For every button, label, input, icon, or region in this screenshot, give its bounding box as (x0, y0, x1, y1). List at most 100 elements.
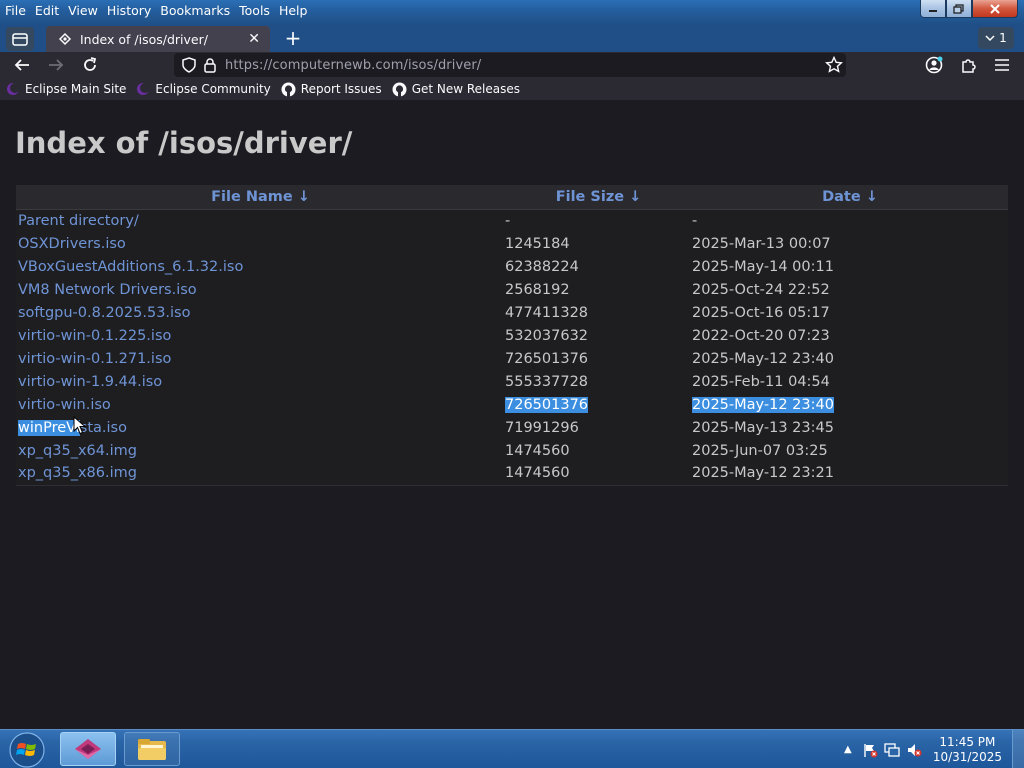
file-date: 2025-Mar-13 00:07 (692, 235, 831, 252)
network-icon[interactable] (881, 740, 903, 760)
volume-muted-icon[interactable] (903, 740, 925, 760)
show-desktop-button[interactable] (1012, 730, 1024, 768)
file-size: 71991296 (505, 419, 579, 436)
tab-title: Index of /isos/driver/ (80, 31, 208, 47)
bookmark-label: Get New Releases (411, 82, 521, 96)
file-date: 2025-May-12 23:21 (692, 462, 1008, 486)
menu-edit[interactable]: Edit (30, 0, 63, 20)
file-size-selected: 726501376 (505, 396, 589, 413)
page-content: Index of /isos/driver/ File Name ↓ File … (0, 100, 1024, 729)
address-bar[interactable]: https://computernewb.com/isos/driver/ (174, 53, 846, 77)
file-size: 555337728 (505, 373, 589, 390)
file-size: 532037632 (505, 327, 589, 344)
close-window-button[interactable] (972, 0, 1018, 18)
back-button[interactable] (9, 54, 35, 76)
action-center-flag-icon[interactable] (859, 740, 881, 760)
table-row: virtio-win.iso 726501376 2025-May-12 23:… (16, 393, 1008, 416)
tab-index-driver[interactable]: Index of /isos/driver/ ✕ (46, 26, 270, 52)
file-date: 2022-Oct-20 07:23 (692, 327, 830, 344)
minimize-button[interactable] (920, 0, 946, 18)
table-row: Parent directory/ - - (16, 209, 1008, 232)
back-arrow-icon (14, 59, 29, 71)
file-size: 62388224 (505, 258, 579, 275)
system-clock[interactable]: 11:45 PM 10/31/2025 (933, 735, 1002, 765)
close-tab-icon[interactable]: ✕ (248, 31, 260, 47)
column-header-file-name[interactable]: File Name ↓ (16, 185, 505, 210)
file-date: 2025-May-12 23:40 (692, 350, 834, 367)
bookmark-star-icon[interactable] (825, 56, 843, 74)
taskbar-browser-app[interactable] (60, 732, 116, 766)
folder-icon (138, 739, 166, 760)
url-host: https://computernewb.com (225, 57, 404, 73)
bookmark-label: Eclipse Main Site (25, 82, 127, 96)
start-button[interactable] (6, 731, 48, 768)
file-date: 2025-Oct-24 22:52 (692, 281, 830, 298)
app-menu-button[interactable] (989, 54, 1015, 76)
reload-button[interactable] (77, 54, 103, 76)
menu-tools[interactable]: Tools (234, 0, 274, 20)
file-listing-table: File Name ↓ File Size ↓ Date ↓ Parent di… (16, 185, 1008, 486)
window-controls (920, 0, 1018, 18)
column-header-file-size[interactable]: File Size ↓ (505, 185, 692, 210)
menu-view[interactable]: View (63, 0, 102, 20)
file-link[interactable]: virtio-win-0.1.225.iso (18, 328, 171, 344)
table-row: softgpu-0.8.2025.53.iso 477411328 2025-O… (16, 301, 1008, 324)
clock-date: 10/31/2025 (932, 749, 1002, 764)
column-header-date[interactable]: Date ↓ (692, 185, 1008, 210)
file-date: 2025-May-13 23:45 (692, 419, 834, 436)
table-row: VBoxGuestAdditions_6.1.32.iso 62388224 2… (16, 255, 1008, 278)
forward-button[interactable] (43, 54, 69, 76)
file-link[interactable]: OSXDrivers.iso (18, 236, 126, 252)
restore-button[interactable] (946, 0, 972, 18)
table-row: xp_q35_x64.img 1474560 2025-Jun-07 03:25 (16, 439, 1008, 462)
menu-help[interactable]: Help (274, 0, 312, 20)
eclipse-logo-icon (137, 83, 151, 95)
file-link[interactable]: softgpu-0.8.2025.53.iso (18, 305, 191, 321)
url-text: https://computernewb.com/isos/driver/ (225, 58, 481, 73)
restore-icon (953, 3, 964, 14)
file-link[interactable]: xp_q35_x64.img (18, 443, 137, 459)
file-size: 1474560 (505, 442, 570, 459)
reload-icon (84, 57, 97, 71)
table-row: VM8 Network Drivers.iso 2568192 2025-Oct… (16, 278, 1008, 301)
account-button[interactable] (921, 54, 947, 76)
file-link[interactable]: Parent directory/ (18, 213, 139, 229)
file-link[interactable]: VM8 Network Drivers.iso (18, 282, 197, 298)
windows-start-icon (9, 732, 45, 768)
bookmark-eclipse-community[interactable]: Eclipse Community (136, 82, 271, 96)
window-titlebar: File Edit View History Bookmarks Tools H… (0, 0, 1024, 25)
taskbar-file-explorer[interactable] (124, 732, 180, 766)
file-link[interactable]: VBoxGuestAdditions_6.1.32.iso (18, 259, 243, 275)
bookmark-label: Report Issues (300, 82, 382, 96)
hamburger-menu-icon (995, 59, 1009, 71)
forward-arrow-icon (49, 59, 64, 71)
navigation-toolbar: https://computernewb.com/isos/driver/ (0, 52, 1024, 78)
bookmark-label: Eclipse Community (155, 82, 271, 96)
menu-history[interactable]: History (102, 0, 155, 20)
show-hidden-icons-button[interactable]: ▲ (837, 740, 859, 760)
file-size: - (505, 212, 511, 229)
file-size: 2568192 (505, 281, 570, 298)
new-tab-button[interactable]: + (280, 27, 306, 51)
file-date: 2025-May-14 00:11 (692, 258, 834, 275)
file-date: - (692, 212, 698, 229)
url-path: /isos/driver/ (403, 57, 482, 73)
table-row: virtio-win-0.1.271.iso 726501376 2025-Ma… (16, 347, 1008, 370)
extensions-button[interactable] (955, 54, 981, 76)
close-icon (990, 3, 1000, 14)
file-link[interactable]: virtio-win-1.9.44.iso (18, 374, 162, 390)
favicon-icon (58, 32, 72, 46)
tab-list-button[interactable]: 1 (978, 27, 1014, 49)
firefox-view-button[interactable] (6, 27, 34, 51)
github-icon (392, 82, 407, 97)
menu-bookmarks[interactable]: Bookmarks (155, 0, 234, 20)
github-icon (281, 82, 296, 97)
menu-file[interactable]: File (0, 0, 30, 20)
file-link[interactable]: xp_q35_x86.img (18, 465, 137, 481)
bookmark-get-new-releases[interactable]: Get New Releases (392, 82, 520, 97)
file-link[interactable]: virtio-win-0.1.271.iso (18, 351, 171, 367)
file-link[interactable]: virtio-win.iso (18, 397, 111, 413)
bookmark-eclipse-main-site[interactable]: Eclipse Main Site (6, 82, 126, 96)
bookmark-report-issues[interactable]: Report Issues (281, 82, 382, 97)
file-date: 2025-Oct-16 05:17 (692, 304, 830, 321)
